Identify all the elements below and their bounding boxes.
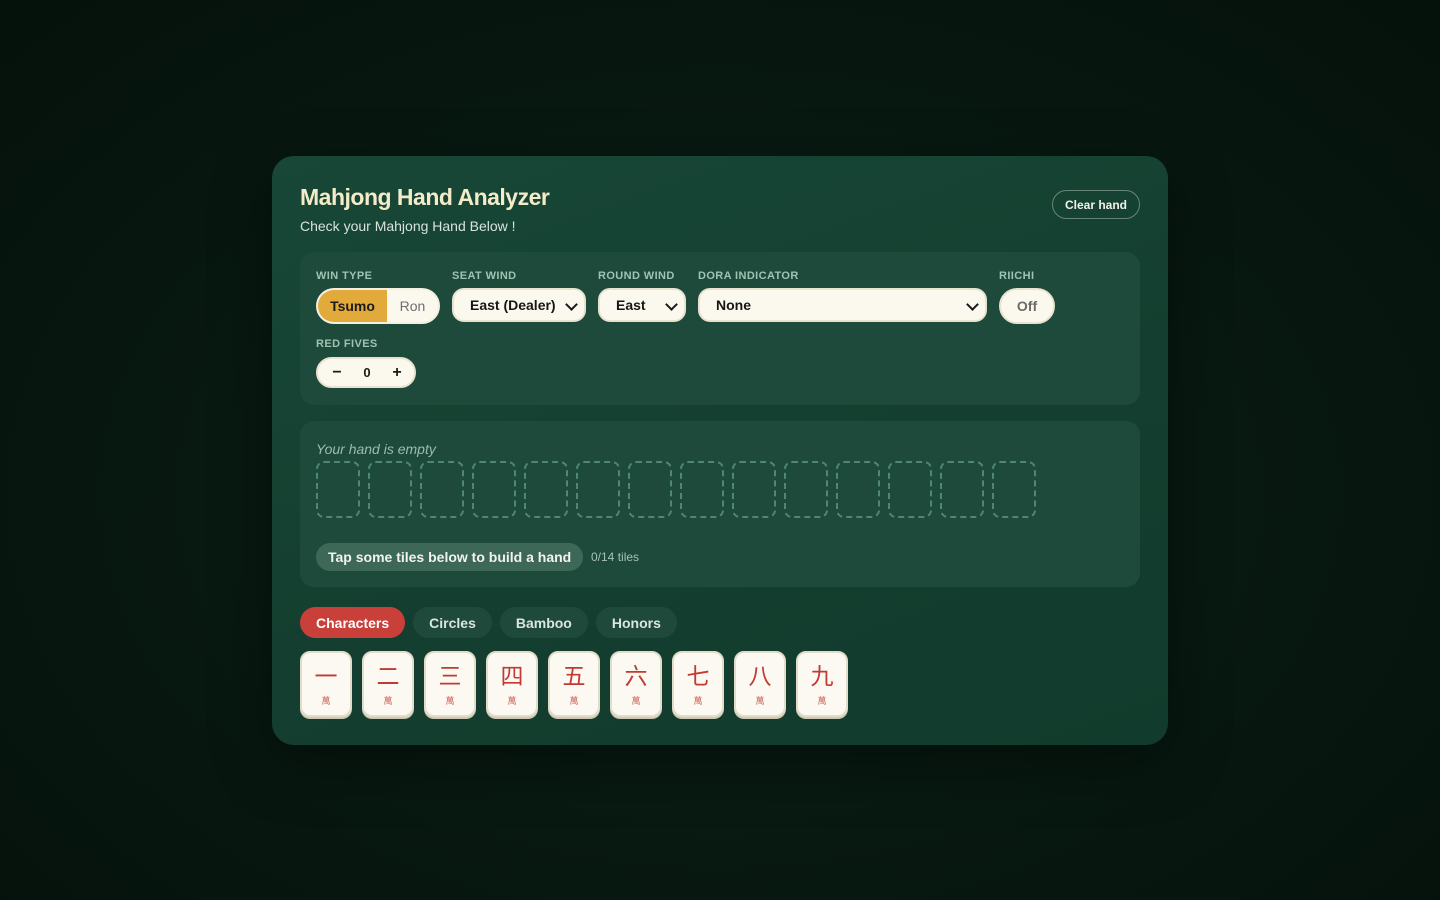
tile-suit: 萬: [755, 697, 765, 707]
riichi-label: RIICHI: [999, 270, 1035, 282]
suit-tabs: Characters Circles Bamboo Honors: [300, 607, 677, 638]
win-type-ron-option[interactable]: Ron: [387, 290, 438, 322]
hand-slot: [784, 461, 828, 518]
tile-suit: 萬: [383, 697, 393, 707]
tile-numeral: 八: [748, 664, 772, 690]
settings-panel: WIN TYPE Tsumo Ron SEAT WIND East (Deale…: [300, 252, 1140, 405]
decrement-button[interactable]: −: [322, 359, 352, 386]
page-title: Mahjong Hand Analyzer: [300, 184, 550, 210]
increment-button[interactable]: +: [382, 359, 412, 386]
chevron-down-icon: [966, 298, 979, 311]
page-subtitle: Check your Mahjong Hand Below !: [300, 218, 516, 234]
hand-slot: [368, 461, 412, 518]
seat-wind-label: SEAT WIND: [452, 270, 517, 282]
hand-slot: [940, 461, 984, 518]
tile-numeral: 五: [562, 664, 586, 690]
hand-slots: [316, 461, 1036, 518]
tile-suit: 萬: [445, 697, 455, 707]
riichi-toggle[interactable]: Off: [999, 288, 1055, 324]
hand-slot: [888, 461, 932, 518]
hand-slot: [576, 461, 620, 518]
dora-indicator-label: DORA INDICATOR: [698, 270, 799, 282]
hand-slot: [680, 461, 724, 518]
win-type-label: WIN TYPE: [316, 270, 373, 282]
tile-7-man[interactable]: 七 萬: [672, 651, 724, 717]
analyzer-card: Mahjong Hand Analyzer Check your Mahjong…: [272, 156, 1168, 745]
round-wind-label: ROUND WIND: [598, 270, 675, 282]
hand-slot: [316, 461, 360, 518]
tile-3-man[interactable]: 三 萬: [424, 651, 476, 717]
tile-numeral: 一: [314, 664, 338, 690]
tile-picker: 一 萬 二 萬 三 萬 四 萬 五 萬 六 萬 七 萬 八 萬 九 萬: [300, 651, 848, 717]
tile-1-man[interactable]: 一 萬: [300, 651, 352, 717]
hand-slot: [628, 461, 672, 518]
win-type-toggle: Tsumo Ron: [316, 288, 440, 324]
tile-2-man[interactable]: 二 萬: [362, 651, 414, 717]
tile-numeral: 六: [624, 664, 648, 690]
tile-numeral: 三: [438, 664, 462, 690]
round-wind-value: East: [616, 297, 646, 313]
tile-9-man[interactable]: 九 萬: [796, 651, 848, 717]
tile-suit: 萬: [321, 697, 331, 707]
tile-8-man[interactable]: 八 萬: [734, 651, 786, 717]
hand-slot: [992, 461, 1036, 518]
tab-honors[interactable]: Honors: [595, 607, 677, 638]
tab-circles[interactable]: Circles: [413, 607, 492, 638]
hand-empty-message: Your hand is empty: [316, 441, 436, 457]
seat-wind-value: East (Dealer): [470, 297, 556, 313]
seat-wind-select[interactable]: East (Dealer): [452, 288, 586, 322]
round-wind-select[interactable]: East: [598, 288, 686, 322]
chevron-down-icon: [665, 298, 678, 311]
tile-numeral: 七: [686, 664, 710, 690]
tile-numeral: 二: [376, 664, 400, 690]
hand-slot: [836, 461, 880, 518]
hand-panel: Your hand is empty Tap some tiles below …: [300, 421, 1140, 587]
tile-suit: 萬: [631, 697, 641, 707]
hand-slot: [472, 461, 516, 518]
dora-indicator-value: None: [716, 297, 751, 313]
tile-suit: 萬: [817, 697, 827, 707]
tile-5-man[interactable]: 五 萬: [548, 651, 600, 717]
red-fives-value: 0: [363, 365, 371, 380]
tile-count: 0/14 tiles: [591, 550, 640, 564]
tile-suit: 萬: [507, 697, 517, 707]
hand-slot: [732, 461, 776, 518]
hand-hint: Tap some tiles below to build a hand: [316, 543, 584, 571]
dora-indicator-select[interactable]: None: [698, 288, 987, 322]
tile-numeral: 九: [810, 664, 834, 690]
clear-hand-button[interactable]: Clear hand: [1051, 190, 1140, 219]
tile-suit: 萬: [693, 697, 703, 707]
tab-characters[interactable]: Characters: [300, 607, 406, 638]
tile-4-man[interactable]: 四 萬: [486, 651, 538, 717]
tile-suit: 萬: [569, 697, 579, 707]
win-type-tsumo-option[interactable]: Tsumo: [318, 290, 387, 322]
hand-slot: [524, 461, 568, 518]
tab-bamboo[interactable]: Bamboo: [499, 607, 588, 638]
tile-numeral: 四: [500, 664, 524, 690]
chevron-down-icon: [565, 298, 578, 311]
red-fives-stepper: − 0 +: [316, 357, 416, 388]
hand-slot: [420, 461, 464, 518]
tile-6-man[interactable]: 六 萬: [610, 651, 662, 717]
red-fives-label: RED FIVES: [316, 338, 378, 350]
